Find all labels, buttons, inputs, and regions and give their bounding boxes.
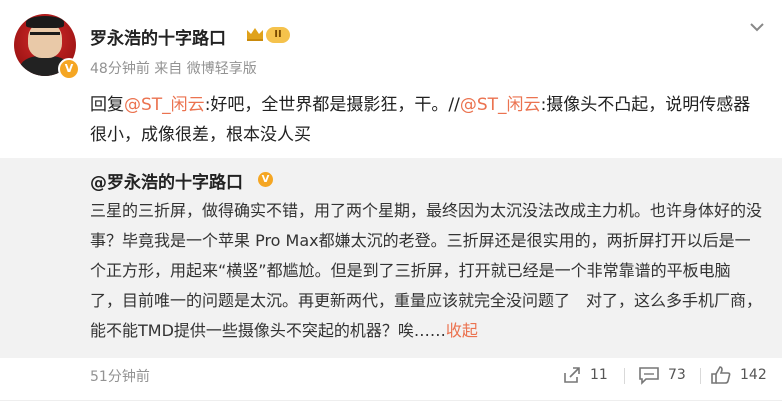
chevron-down-icon[interactable] [748, 18, 766, 36]
quoted-text: 三星的三折屏，做得确实不错，用了两个星期，最终因为太沉没法改成主力机。也许身体好… [90, 196, 762, 346]
quoted-verified-badge: V [258, 172, 273, 187]
post-meta: 48分钟前 来自 微博轻享版 [90, 61, 257, 77]
like-count: 142 [740, 367, 767, 383]
mention-link[interactable]: @ST_闲云 [460, 95, 541, 115]
level-badge: II [266, 27, 290, 43]
divider [0, 400, 782, 401]
reply-text: 回复@ST_闲云:好吧，全世界都是摄影狂，干。//@ST_闲云:摄像头不凸起，说… [90, 90, 762, 150]
repost-count: 11 [590, 367, 608, 383]
comment-button[interactable]: 73 [638, 364, 686, 386]
quoted-body: 三星的三折屏，做得确实不错，用了两个星期，最终因为太沉没法改成主力机。也许身体好… [90, 201, 763, 340]
comment-count: 73 [668, 367, 686, 383]
repost-button[interactable]: 11 [562, 364, 608, 386]
reply-content: :好吧，全世界都是摄影狂，干。// [204, 95, 460, 115]
thumbs-up-icon [711, 366, 731, 384]
author-name[interactable]: 罗永浩的十字路口 [90, 24, 226, 49]
divider [624, 368, 625, 384]
mention-link[interactable]: @ST_闲云 [124, 95, 205, 115]
avatar-glasses [30, 32, 60, 43]
comment-icon [639, 367, 659, 385]
crown-icon [247, 28, 263, 41]
avatar-hair [26, 16, 64, 28]
like-button[interactable]: 142 [710, 364, 767, 386]
reply-prefix: 回复 [90, 95, 124, 115]
divider [700, 368, 701, 384]
quoted-time: 51分钟前 [90, 369, 150, 385]
quoted-author[interactable]: @罗永浩的十字路口 [90, 168, 243, 193]
verified-badge: V [58, 58, 80, 80]
repost-icon [564, 367, 580, 383]
collapse-link[interactable]: 收起 [446, 321, 478, 340]
